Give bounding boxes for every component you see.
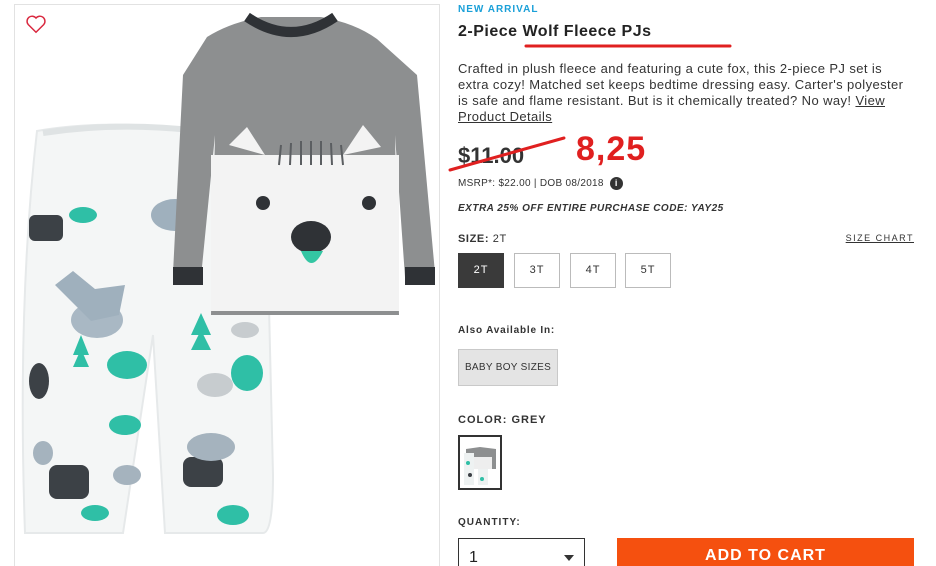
quantity-label: QUANTITY: (458, 517, 521, 528)
new-arrival-badge: NEW ARRIVAL (458, 4, 539, 15)
swatch-thumbnail (462, 439, 498, 486)
size-label: SIZE: 2T (458, 233, 507, 245)
msrp-line: MSRP*: $22.00 | DOB 08/2018 i (458, 177, 623, 190)
also-available-label: Also Available In: (458, 325, 556, 336)
add-to-cart-button[interactable]: ADD TO CART (617, 538, 914, 566)
original-price: $11.00 (458, 143, 525, 168)
info-icon[interactable]: i (609, 177, 623, 190)
chevron-down-icon (564, 555, 574, 561)
pajama-top (173, 12, 435, 315)
quantity-value: 1 (469, 549, 478, 566)
handwritten-price-annotation: 8,25 (576, 130, 647, 168)
product-image (21, 12, 435, 534)
baby-boy-sizes-button[interactable]: BABY BOY SIZES (458, 349, 558, 386)
size-option-3t[interactable]: 3T (514, 253, 560, 288)
description-text: Crafted in plush fleece and featuring a … (458, 61, 904, 108)
size-label-heading: SIZE: (458, 233, 490, 245)
color-label: COLOR: GREY (458, 414, 547, 426)
size-selected-value: 2T (492, 233, 507, 245)
promo-code-text: EXTRA 25% OFF ENTIRE PURCHASE CODE: YAY2… (458, 203, 724, 214)
favorite-heart-icon[interactable] (25, 13, 47, 35)
size-chart-link[interactable]: SIZE CHART (846, 233, 914, 243)
size-option-4t[interactable]: 4T (570, 253, 616, 288)
quantity-select[interactable]: 1 (458, 538, 585, 566)
product-description: Crafted in plush fleece and featuring a … (458, 61, 916, 125)
product-details: NEW ARRIVAL 2-Piece Wolf Fleece PJs Craf… (448, 0, 918, 566)
product-title: 2-Piece Wolf Fleece PJs (458, 23, 652, 40)
size-option-2t[interactable]: 2T (458, 253, 504, 288)
msrp-text: MSRP*: $22.00 | DOB 08/2018 (458, 178, 604, 190)
product-image-frame (14, 4, 440, 566)
color-swatch-grey[interactable] (458, 435, 502, 490)
size-option-5t[interactable]: 5T (625, 253, 671, 288)
red-underline-annotation (524, 44, 732, 48)
